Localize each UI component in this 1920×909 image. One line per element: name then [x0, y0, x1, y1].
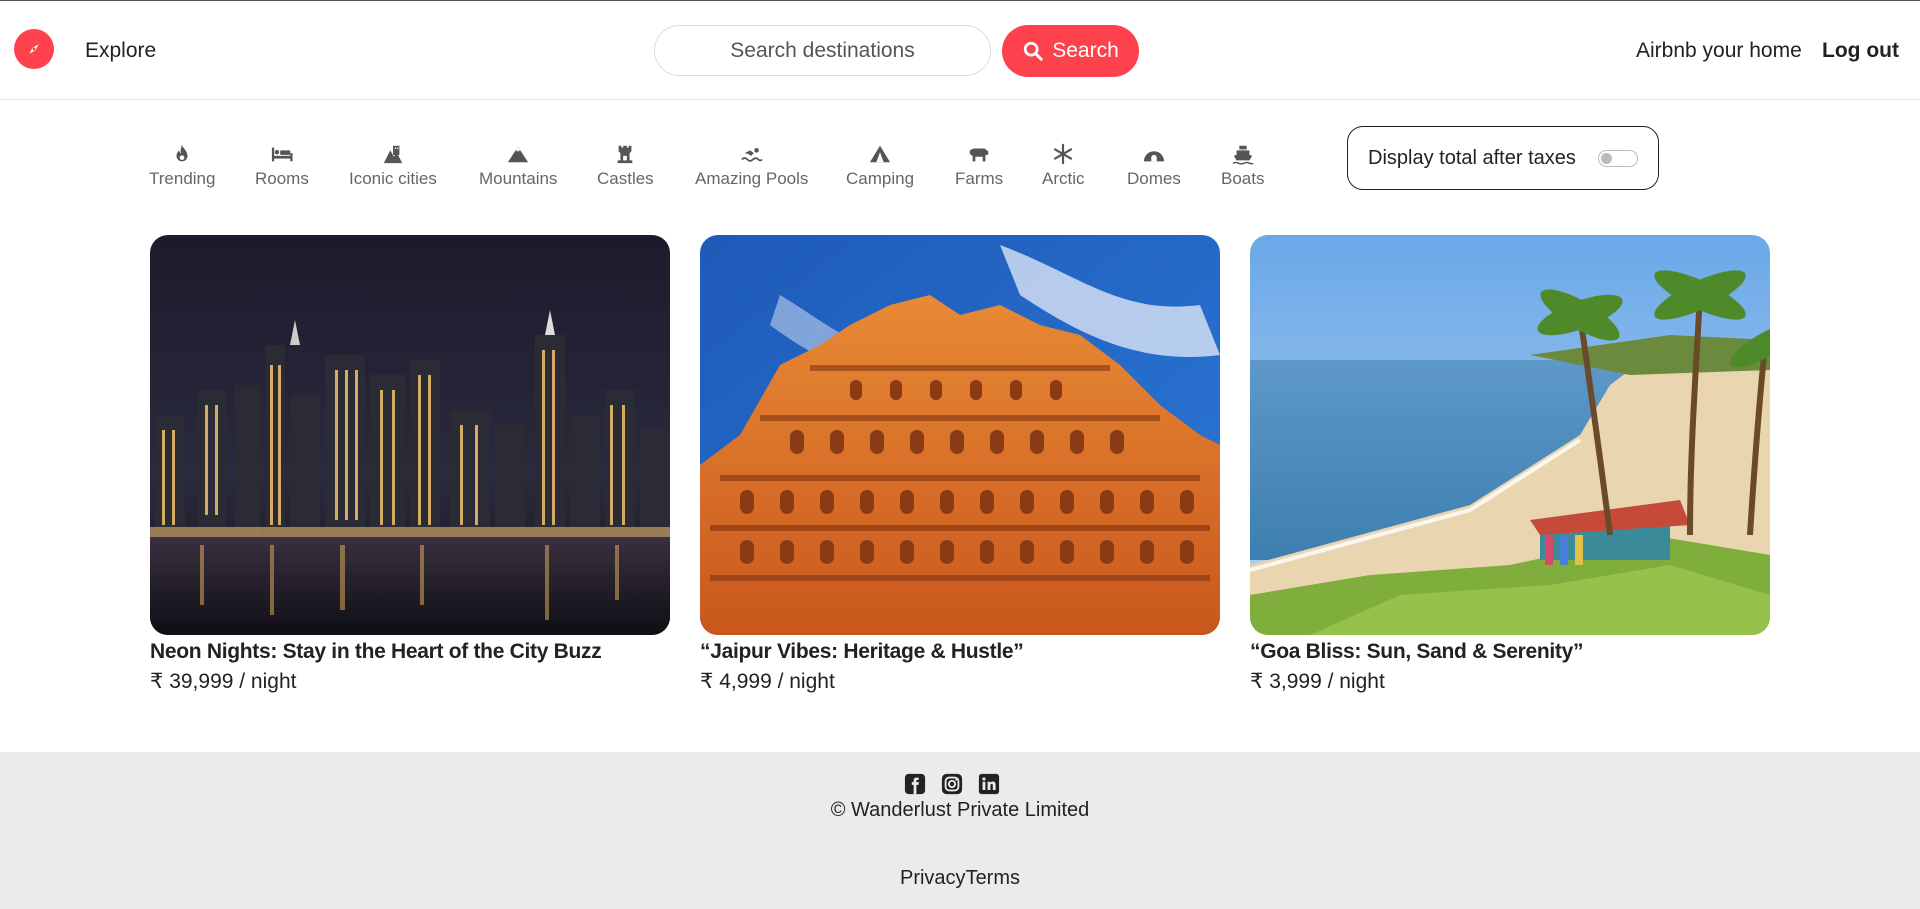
instagram-icon[interactable]: [941, 773, 963, 795]
ship-icon: [1232, 143, 1254, 165]
filter-farms[interactable]: Farms: [955, 143, 1003, 189]
filter-label: Mountains: [479, 169, 558, 188]
search-button[interactable]: Search: [1002, 25, 1139, 77]
filter-domes[interactable]: Domes: [1127, 143, 1181, 189]
listing-title: “Jaipur Vibes: Heritage & Hustle”: [700, 640, 1024, 663]
city-icon: [382, 143, 404, 165]
search-icon: [1024, 41, 1043, 61]
cow-icon: [968, 143, 990, 165]
listing-title: Neon Nights: Stay in the Heart of the Ci…: [150, 640, 602, 663]
facebook-icon[interactable]: [904, 773, 926, 795]
filter-iconic-cities[interactable]: Iconic cities: [349, 143, 437, 189]
nav-explore-link[interactable]: Explore: [85, 39, 156, 63]
filter-label: Boats: [1221, 169, 1265, 188]
tax-toggle-box: Display total after taxes: [1347, 126, 1659, 190]
terms-link[interactable]: Terms: [966, 867, 1020, 889]
navbar: Explore Search Airbnb your home Log out: [0, 1, 1920, 100]
listing-card[interactable]: Neon Nights: Stay in the Heart of the Ci…: [150, 235, 670, 694]
listing-card[interactable]: “Jaipur Vibes: Heritage & Hustle” ₹ 4,99…: [700, 235, 1220, 694]
listing-price: ₹ 3,999 / night: [1250, 670, 1385, 693]
listing-title: “Goa Bliss: Sun, Sand & Serenity”: [1250, 640, 1584, 663]
filter-boats[interactable]: Boats: [1221, 143, 1264, 189]
filter-trending[interactable]: Trending: [149, 143, 215, 189]
switch-knob: [1601, 153, 1612, 164]
linkedin-icon[interactable]: [978, 773, 1000, 795]
listing-price: ₹ 39,999 / night: [150, 670, 297, 693]
fire-icon: [171, 143, 193, 165]
airbnb-your-home-link[interactable]: Airbnb your home: [1636, 39, 1802, 63]
social-links: [904, 773, 1000, 795]
castle-icon: [614, 143, 636, 165]
igloo-icon: [1143, 143, 1165, 165]
filter-label: Camping: [846, 169, 915, 188]
swimmer-icon: [740, 143, 763, 165]
filter-label: Domes: [1127, 169, 1181, 188]
filter-label: Castles: [597, 169, 654, 188]
filter-label: Arctic: [1042, 169, 1085, 188]
footer: © Wanderlust Private Limited PrivacyTerm…: [0, 752, 1920, 909]
tax-toggle-label: Display total after taxes: [1368, 146, 1576, 169]
filter-label: Iconic cities: [349, 169, 437, 188]
filter-label: Rooms: [255, 169, 309, 188]
filter-label: Trending: [149, 169, 216, 188]
filter-camping[interactable]: Camping: [846, 143, 914, 189]
listing-image-city-skyline: [150, 235, 670, 635]
snowflake-icon: [1052, 143, 1074, 165]
search-button-label: Search: [1052, 39, 1119, 62]
listing-image-goa-beach: [1250, 235, 1770, 635]
tax-toggle-switch[interactable]: [1598, 150, 1638, 167]
filter-label: Amazing Pools: [695, 169, 809, 188]
footer-links: PrivacyTerms: [0, 867, 1920, 890]
filter-mountains[interactable]: Mountains: [479, 143, 557, 189]
copyright-text: © Wanderlust Private Limited: [830, 799, 1090, 821]
search-input[interactable]: [654, 25, 991, 76]
logout-link[interactable]: Log out: [1822, 39, 1899, 63]
tent-icon: [869, 143, 891, 165]
filter-arctic[interactable]: Arctic: [1042, 143, 1085, 189]
filter-rooms[interactable]: Rooms: [255, 143, 309, 189]
filter-castles[interactable]: Castles: [597, 143, 654, 189]
bed-icon: [271, 143, 293, 165]
filter-amazing-pools[interactable]: Amazing Pools: [695, 143, 808, 189]
compass-logo-icon[interactable]: [14, 29, 54, 69]
mountain-icon: [507, 143, 529, 165]
privacy-link[interactable]: Privacy: [900, 867, 966, 889]
listing-image-hawa-mahal: [700, 235, 1220, 635]
filter-label: Farms: [955, 169, 1004, 188]
listing-price: ₹ 4,999 / night: [700, 670, 835, 693]
listing-card[interactable]: “Goa Bliss: Sun, Sand & Serenity” ₹ 3,99…: [1250, 235, 1770, 694]
